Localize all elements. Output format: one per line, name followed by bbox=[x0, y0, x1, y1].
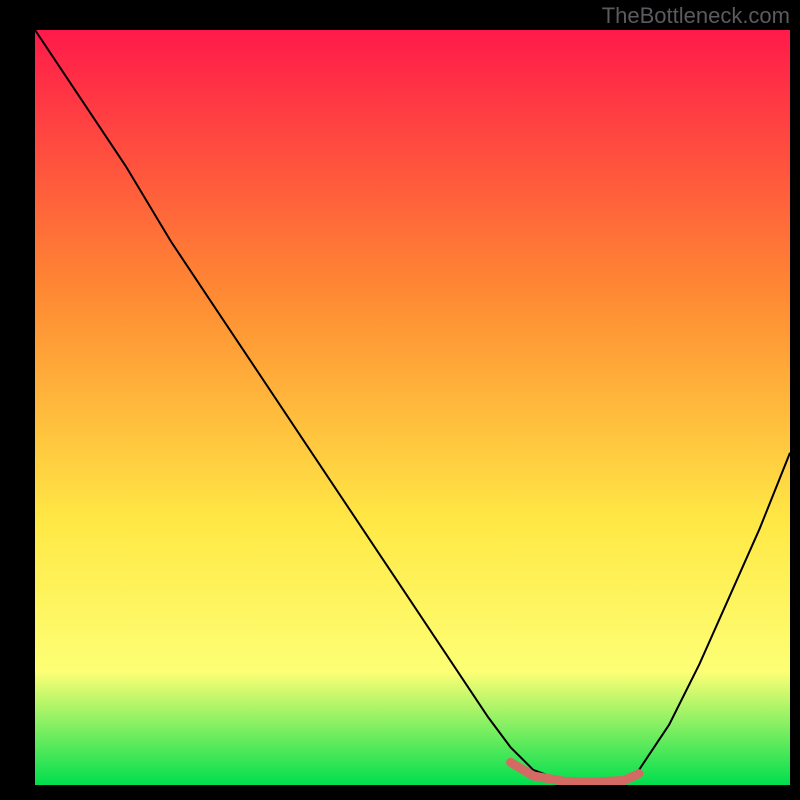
watermark-text: TheBottleneck.com bbox=[602, 3, 790, 29]
chart-canvas bbox=[35, 30, 790, 785]
gradient-background bbox=[35, 30, 790, 785]
bottleneck-chart bbox=[35, 30, 790, 785]
